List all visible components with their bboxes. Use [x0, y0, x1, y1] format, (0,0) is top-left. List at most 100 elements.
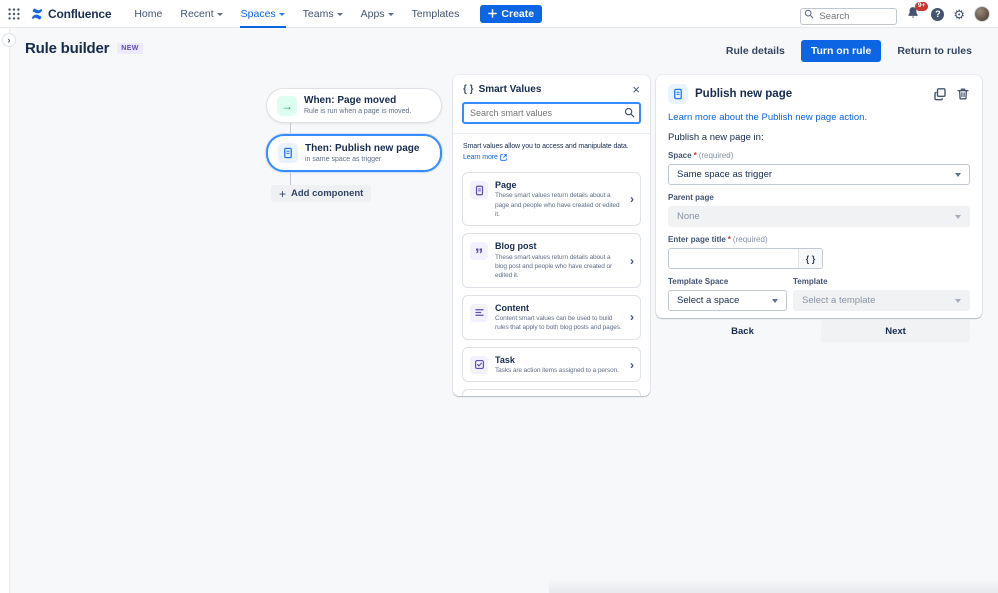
- chevron-down-icon: [337, 13, 343, 16]
- next-button[interactable]: Next: [821, 320, 970, 342]
- smart-value-item-task[interactable]: Task Tasks are action items assigned to …: [462, 347, 641, 383]
- close-icon[interactable]: [632, 83, 640, 96]
- rule-details-button[interactable]: Rule details: [720, 41, 791, 61]
- insert-smart-value-button[interactable]: { }: [798, 249, 822, 268]
- nav-item-spaces[interactable]: Spaces: [234, 0, 292, 28]
- required-asterisk: *: [694, 151, 697, 160]
- template-space-field-label: Template Space: [668, 277, 728, 286]
- space-field-label: Space: [668, 151, 692, 160]
- nav-item-templates[interactable]: Templates: [405, 0, 467, 28]
- search-icon: [624, 107, 635, 118]
- chevron-down-icon: [772, 299, 778, 303]
- notifications-button[interactable]: 9+: [906, 5, 922, 23]
- braces-icon: { }: [463, 84, 474, 95]
- page-icon: [470, 181, 488, 199]
- action-card[interactable]: Then: Publish new page in same space as …: [266, 134, 442, 172]
- config-panel-title: Publish new page: [695, 88, 926, 100]
- avatar[interactable]: [974, 6, 990, 22]
- confluence-logo-icon: [30, 7, 44, 21]
- confluence-logo[interactable]: Confluence: [30, 7, 111, 21]
- smart-values-intro: Smart values allow you to access and man…: [463, 143, 629, 150]
- learn-more-action-link[interactable]: Learn more about the Publish new page ac…: [668, 112, 970, 123]
- chevron-down-icon: [217, 13, 223, 16]
- quote-icon: [470, 242, 488, 260]
- item-description: Tasks are action items assigned to a per…: [495, 366, 623, 375]
- sidebar-expand-button[interactable]: [2, 33, 16, 47]
- publish-new-page-panel: Publish new page Learn more about the Pu…: [656, 75, 982, 318]
- task-icon: [470, 356, 488, 374]
- item-description: These smart values return details about …: [495, 191, 623, 219]
- create-button[interactable]: Create: [480, 5, 542, 23]
- duplicate-icon[interactable]: [933, 87, 947, 101]
- item-title: Blog post: [495, 240, 623, 252]
- chevron-right-icon[interactable]: [630, 311, 634, 323]
- smart-values-search-input[interactable]: [462, 102, 641, 124]
- trigger-card-description: Rule is run when a page is moved.: [304, 107, 411, 116]
- required-hint: (required): [733, 235, 768, 244]
- collapsed-sidebar: [0, 28, 10, 593]
- notifications-badge: 9+: [915, 2, 928, 11]
- trigger-card-title: When: Page moved: [304, 94, 411, 107]
- page-icon: [278, 143, 298, 163]
- turn-on-rule-button[interactable]: Turn on rule: [801, 40, 881, 62]
- action-card-title: Then: Publish new page: [305, 142, 419, 155]
- add-component-button[interactable]: Add component: [271, 185, 371, 202]
- item-title: Task: [495, 354, 623, 366]
- item-title: Content: [495, 302, 623, 314]
- plus-icon: [279, 188, 286, 200]
- page-title-field-label: Enter page title: [668, 235, 726, 244]
- nav-item-apps[interactable]: Apps: [354, 0, 401, 28]
- item-description: These smart values return details about …: [495, 253, 623, 281]
- nav-item-recent[interactable]: Recent: [173, 0, 229, 28]
- parent-page-select[interactable]: None: [668, 206, 970, 227]
- help-icon[interactable]: [931, 8, 944, 21]
- chevron-down-icon: [279, 13, 285, 16]
- gear-icon[interactable]: [953, 8, 965, 21]
- arrow-right-icon: [277, 96, 297, 116]
- chevron-down-icon: [955, 173, 961, 177]
- item-description: Content smart values can be used to buil…: [495, 314, 623, 333]
- template-space-select[interactable]: Select a space: [668, 290, 787, 311]
- smart-values-panel: { } Smart Values Smart values allow you …: [453, 75, 650, 396]
- page-icon: [668, 84, 688, 104]
- template-field-label: Template: [793, 277, 828, 286]
- chevron-right-icon[interactable]: [630, 359, 634, 371]
- nav-item-home[interactable]: Home: [127, 0, 169, 28]
- config-intro: Publish a new page in:: [668, 132, 970, 143]
- chevron-down-icon: [955, 299, 961, 303]
- back-button[interactable]: Back: [668, 320, 817, 342]
- global-search: [800, 6, 897, 23]
- return-to-rules-button[interactable]: Return to rules: [891, 41, 978, 61]
- chevron-down-icon: [388, 13, 394, 16]
- bottom-shadow: [549, 579, 998, 593]
- parent-page-field-label: Parent page: [668, 193, 714, 202]
- chevron-right-icon[interactable]: [630, 255, 634, 267]
- smart-value-item-page[interactable]: Page These smart values return details a…: [462, 172, 641, 226]
- space-select[interactable]: Same space as trigger: [668, 164, 970, 185]
- content-icon: [470, 304, 488, 322]
- search-icon: [804, 9, 814, 19]
- chevron-right-icon[interactable]: [630, 193, 634, 205]
- external-link-icon: [500, 154, 507, 161]
- nav-item-teams[interactable]: Teams: [296, 0, 350, 28]
- smart-value-item-space[interactable]: Space These smart values return details …: [462, 389, 641, 396]
- logo-text: Confluence: [48, 7, 111, 21]
- trigger-card[interactable]: When: Page moved Rule is run when a page…: [266, 88, 442, 123]
- smart-value-item-content[interactable]: Content Content smart values can be used…: [462, 295, 641, 340]
- trash-icon[interactable]: [956, 87, 970, 101]
- search-input[interactable]: [800, 8, 897, 25]
- required-asterisk: *: [728, 235, 731, 244]
- template-select[interactable]: Select a template: [793, 290, 970, 311]
- chevron-down-icon: [955, 215, 961, 219]
- new-badge: NEW: [117, 43, 143, 54]
- item-title: Page: [495, 179, 623, 191]
- learn-more-link[interactable]: Learn more: [463, 153, 507, 164]
- app-switcher-icon[interactable]: [6, 6, 22, 22]
- top-navigation-bar: Confluence Home Recent Spaces Teams Apps…: [0, 0, 998, 28]
- card-connector-line: [290, 172, 291, 185]
- action-card-description: in same space as trigger: [305, 155, 419, 164]
- smart-values-title: Smart Values: [479, 84, 628, 95]
- smart-value-item-blog-post[interactable]: Blog post These smart values return deta…: [462, 233, 641, 287]
- page-title: Rule builder: [25, 40, 109, 57]
- page-title-input[interactable]: [669, 249, 798, 268]
